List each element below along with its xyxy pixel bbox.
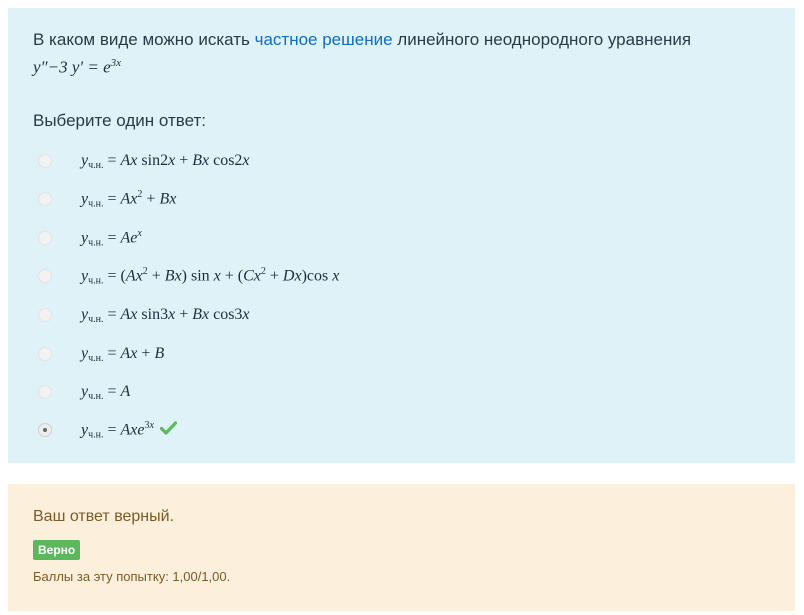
glossary-link[interactable]: частное решение [255,30,393,49]
option-formula: yч.н. = Ax + B [81,344,165,364]
subscript: ч.н. [88,352,104,364]
question-equation: y″−3 y′ = e3x [33,57,121,78]
answer-option-3[interactable]: yч.н. = Aex [38,226,142,250]
option-formula: yч.н. = (Ax2 + Bx) sin x + (Cx2 + Dx)cos… [81,265,340,287]
outcome-panel: Ваш ответ верный. Верно Баллы за эту поп… [8,484,795,611]
answer-option-2[interactable]: yч.н. = Ax2 + Bx [38,187,176,211]
option-formula: yч.н. = Ax2 + Bx [81,188,177,210]
answer-option-5[interactable]: yч.н. = Ax sin3x + Bx cos3x [38,303,250,327]
checkmark-icon [159,420,178,440]
subscript: ч.н. [88,429,104,441]
mark-text: Баллы за эту попытку: 1,00/1,00. [33,569,231,584]
option-formula: yч.н. = Ax sin3x + Bx cos3x [81,305,250,325]
radio-button-selected[interactable] [38,423,52,437]
radio-button[interactable] [38,385,52,399]
question-text: В каком виде можно искать частное решени… [33,30,691,50]
answer-option-7[interactable]: yч.н. = A [38,380,130,404]
equation-lhs: y″−3 y′ = e [33,57,111,77]
subscript: ч.н. [88,313,104,325]
option-formula: yч.н. = Ax sin2x + Bx cos2x [81,151,250,171]
answer-option-1[interactable]: yч.н. = Ax sin2x + Bx cos2x [38,149,250,173]
subscript: ч.н. [88,390,104,402]
radio-button[interactable] [38,154,52,168]
answer-option-4[interactable]: yч.н. = (Ax2 + Bx) sin x + (Cx2 + Dx)cos… [38,264,339,288]
radio-button[interactable] [38,308,52,322]
radio-button[interactable] [38,192,52,206]
feedback-text: Ваш ответ верный. [33,508,175,525]
subscript: ч.н. [88,198,104,210]
subscript: ч.н. [88,159,104,171]
answer-option-6[interactable]: yч.н. = Ax + B [38,342,164,366]
question-text-before: В каком виде можно искать [33,30,255,49]
answer-prompt: Выберите один ответ: [33,111,206,130]
subscript: ч.н. [88,275,104,287]
correct-badge: Верно [33,540,81,560]
option-formula: yч.н. = Aex [81,227,142,249]
option-formula: yч.н. = Axe3x [81,419,154,441]
answer-option-8[interactable]: yч.н. = Axe3x [38,418,178,442]
radio-button[interactable] [38,231,52,245]
equation-exponent: 3x [110,57,122,69]
radio-button[interactable] [38,347,52,361]
option-formula: yч.н. = A [81,382,131,402]
question-text-after: линейного неоднородного уравнения [392,30,692,49]
question-panel: В каком виде можно искать частное решени… [8,8,795,463]
subscript: ч.н. [88,237,104,249]
radio-button[interactable] [38,269,52,283]
